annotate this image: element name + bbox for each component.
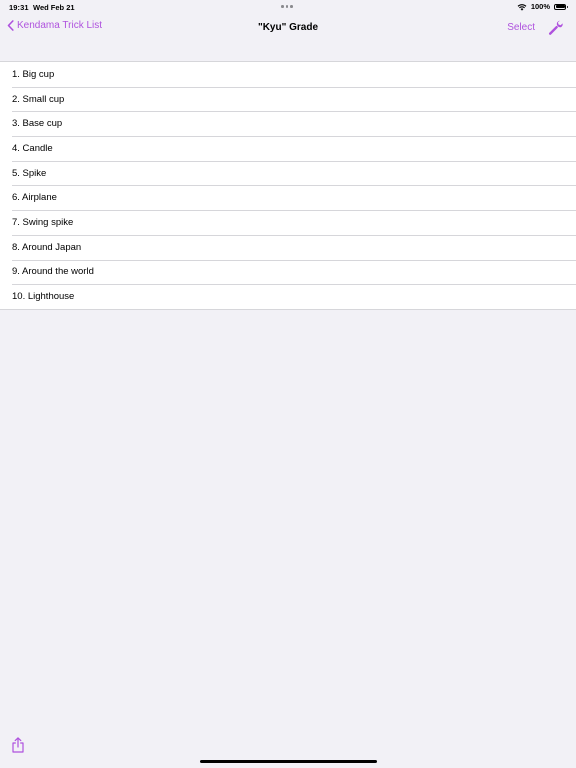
wrench-icon — [548, 19, 564, 35]
list-item[interactable]: 2. Small cup — [0, 86, 576, 112]
status-bar: 19:31 Wed Feb 21 100% — [0, 0, 576, 14]
battery-percent: 100% — [530, 2, 550, 11]
list-item[interactable]: 10. Lighthouse — [0, 284, 576, 309]
share-icon — [11, 737, 25, 753]
list-item[interactable]: 4. Candle — [0, 136, 576, 161]
trick-list: 1. Big cup 2. Small cup 3. Base cup 4. C… — [0, 61, 576, 310]
share-button[interactable] — [11, 737, 25, 753]
navigation-bar: Kendama Trick List "Kyu" Grade Select — [0, 14, 576, 61]
status-time: 19:31 — [9, 3, 29, 12]
back-button-label: Kendama Trick List — [17, 20, 103, 31]
settings-button[interactable] — [548, 19, 564, 35]
list-item[interactable]: 1. Big cup — [0, 62, 576, 87]
list-item[interactable]: 9. Around the world — [0, 259, 576, 285]
list-item[interactable]: 6. Airplane — [0, 185, 576, 210]
status-indicators: 100% — [517, 2, 568, 11]
list-item[interactable]: 3. Base cup — [0, 111, 576, 136]
list-item[interactable]: 5. Spike — [0, 160, 576, 186]
select-button[interactable]: Select — [507, 22, 535, 33]
home-indicator[interactable] — [200, 760, 377, 763]
list-item[interactable]: 7. Swing spike — [0, 210, 576, 235]
status-date: Wed Feb 21 — [33, 3, 75, 12]
wifi-icon — [517, 3, 527, 11]
battery-icon — [554, 3, 568, 10]
list-item[interactable]: 8. Around Japan — [0, 234, 576, 260]
chevron-left-icon — [7, 20, 14, 31]
ellipsis-icon[interactable] — [281, 5, 293, 8]
back-button[interactable]: Kendama Trick List — [7, 20, 102, 31]
